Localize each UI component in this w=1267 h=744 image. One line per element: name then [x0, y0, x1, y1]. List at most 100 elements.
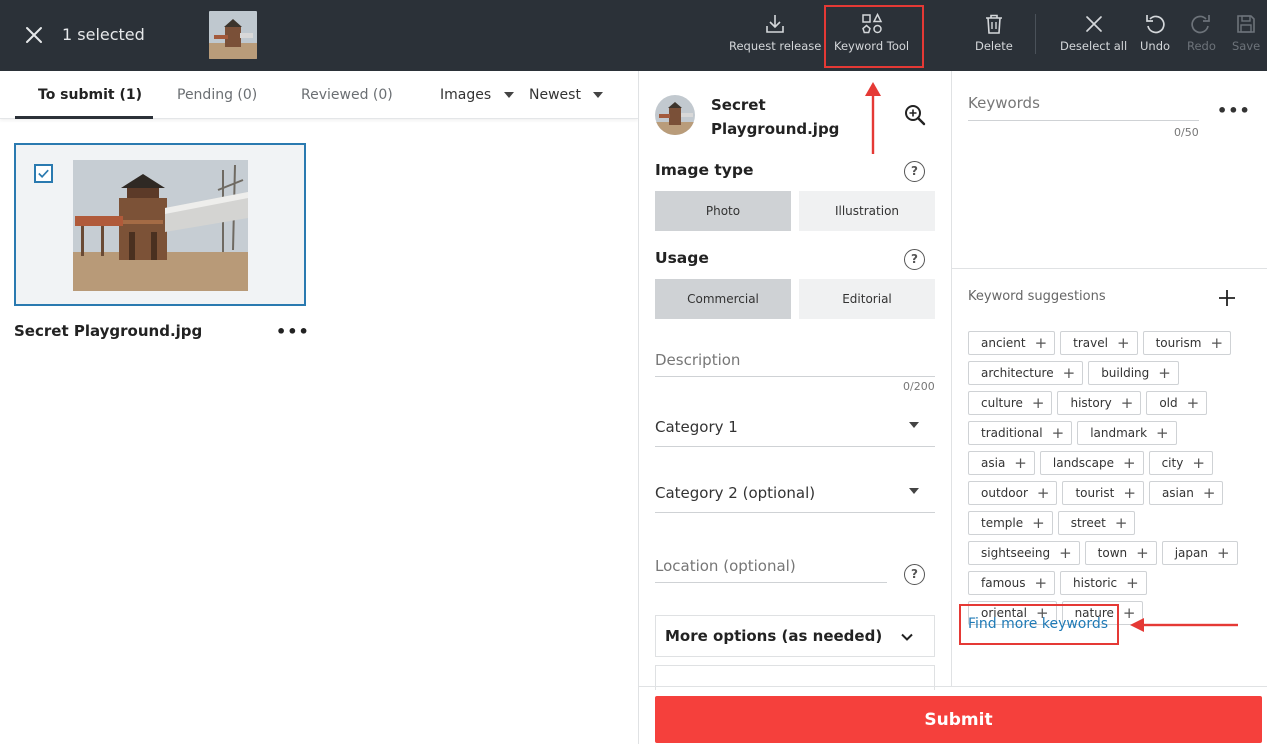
help-icon[interactable]: ? [904, 564, 925, 585]
more-options-label: More options (as needed) [665, 627, 883, 645]
more-options-icon[interactable]: ••• [276, 322, 310, 341]
selected-thumbnail [209, 11, 257, 59]
tab-reviewed[interactable]: Reviewed (0) [301, 87, 393, 103]
keyword-chip-label: tourist [1075, 486, 1115, 500]
media-type-dropdown[interactable]: Images [440, 87, 491, 103]
undo-button[interactable]: Undo [1140, 12, 1170, 62]
tab-pending[interactable]: Pending (0) [177, 87, 257, 103]
annotation-arrow-up [865, 82, 881, 154]
annotation-arrow-left [1130, 618, 1238, 632]
keyword-chip[interactable]: city + [1148, 451, 1213, 475]
keyword-chip[interactable]: famous + [968, 571, 1056, 595]
top-toolbar: 1 selected Request release Keyword Tool [0, 0, 1267, 71]
keyword-chip[interactable]: history + [1057, 391, 1142, 415]
delete-button[interactable]: Delete [975, 12, 1013, 62]
help-icon[interactable]: ? [904, 161, 925, 182]
keyword-chip[interactable]: asia + [968, 451, 1035, 475]
footer-divider [639, 686, 1267, 687]
keyword-suggestions-label: Keyword suggestions [968, 289, 1106, 304]
chevron-down-icon [593, 92, 603, 98]
keywords-more-icon[interactable]: ••• [1217, 101, 1251, 120]
keyword-chip-label: town [1097, 546, 1128, 560]
keyword-chip[interactable]: street + [1057, 511, 1136, 535]
request-release-label: Request release [729, 39, 822, 53]
keyword-chip[interactable]: tourist + [1062, 481, 1144, 505]
plus-icon: + [1116, 334, 1130, 352]
keyword-chip-label: historic [1073, 576, 1118, 590]
keyword-chip-label: temple [981, 516, 1024, 530]
zoom-in-icon[interactable] [903, 103, 927, 127]
keyword-chip-label: building [1101, 366, 1150, 380]
keyword-chip[interactable]: landmark + [1077, 421, 1177, 445]
keyword-chip-label: sightseeing [981, 546, 1051, 560]
category1-select[interactable]: Category 1 [655, 413, 935, 447]
redo-label: Redo [1187, 39, 1216, 53]
keywords-input[interactable]: Keywords [968, 90, 1199, 121]
plus-icon: + [1031, 394, 1045, 412]
keyword-chip-label: asian [1161, 486, 1194, 500]
request-release-button[interactable]: Request release [729, 12, 821, 62]
keyword-tool-button[interactable]: Keyword Tool [834, 12, 909, 62]
category2-placeholder: Category 2 (optional) [655, 484, 816, 502]
keyword-chip[interactable]: asian + [1148, 481, 1224, 505]
keyword-chip-label: city [1161, 456, 1184, 470]
plus-icon: + [1034, 334, 1048, 352]
tab-to-submit[interactable]: To submit (1) [38, 87, 142, 103]
keyword-chip[interactable]: culture + [968, 391, 1053, 415]
keyword-chip[interactable]: sightseeing + [968, 541, 1080, 565]
plus-icon: + [1126, 574, 1139, 592]
plus-icon: + [1192, 454, 1205, 472]
keyword-chip[interactable]: traditional + [968, 421, 1073, 445]
save-label: Save [1232, 39, 1261, 53]
keyword-chip[interactable]: town + [1084, 541, 1157, 565]
keyword-chip[interactable]: building + [1088, 361, 1179, 385]
keyword-chip[interactable]: tourism + [1142, 331, 1232, 355]
location-field[interactable]: Location (optional) [655, 552, 887, 583]
usage-editorial[interactable]: Editorial [799, 279, 935, 319]
plus-icon: + [1156, 424, 1169, 442]
redo-button[interactable]: Redo [1187, 12, 1216, 62]
keyword-chip[interactable]: temple + [968, 511, 1053, 535]
plus-icon: + [1202, 484, 1216, 502]
plus-icon: + [1036, 484, 1050, 502]
selection-count: 1 selected [62, 25, 145, 44]
usage-commercial[interactable]: Commercial [655, 279, 791, 319]
more-options-toggle[interactable]: More options (as needed) [655, 615, 935, 657]
image-type-photo[interactable]: Photo [655, 191, 791, 231]
keyword-chip[interactable]: ancient + [968, 331, 1056, 355]
download-icon [766, 15, 784, 33]
find-more-keywords-link[interactable]: Find more keywords [968, 616, 1108, 632]
plus-icon: + [1136, 544, 1149, 562]
keyword-chip-label: history [1070, 396, 1112, 410]
keyword-chip[interactable]: old + [1146, 391, 1208, 415]
keyword-chip[interactable]: outdoor + [968, 481, 1058, 505]
image-type-label: Image type [655, 161, 754, 179]
deselect-all-label: Deselect all [1060, 39, 1128, 53]
save-button[interactable]: Save [1232, 12, 1260, 62]
keyword-chip-label: traditional [981, 426, 1043, 440]
image-card[interactable] [14, 143, 306, 306]
keyword-chip[interactable]: travel + [1060, 331, 1138, 355]
category1-placeholder: Category 1 [655, 418, 738, 436]
deselect-all-button[interactable]: Deselect all [1060, 12, 1127, 62]
image-thumbnail [73, 160, 248, 291]
shapes-icon [861, 12, 882, 34]
submit-button[interactable]: Submit [655, 696, 1262, 743]
close-icon[interactable] [22, 23, 46, 47]
keyword-chip[interactable]: landscape + [1039, 451, 1144, 475]
select-checkbox[interactable] [34, 164, 53, 183]
keyword-chip[interactable]: historic + [1060, 571, 1147, 595]
delete-label: Delete [975, 39, 1013, 53]
redo-icon [1191, 15, 1211, 34]
chevron-down-icon [504, 92, 514, 98]
description-field[interactable]: Description [655, 346, 935, 377]
image-type-illustration[interactable]: Illustration [799, 191, 935, 231]
keyword-chip[interactable]: japan + [1161, 541, 1238, 565]
keywords-counter: 0/50 [1174, 126, 1199, 139]
add-all-suggestions-icon[interactable] [1217, 288, 1237, 308]
help-icon[interactable]: ? [904, 249, 925, 270]
description-placeholder: Description [655, 351, 741, 369]
sort-dropdown[interactable]: Newest [529, 87, 581, 103]
category2-select[interactable]: Category 2 (optional) [655, 479, 935, 513]
keyword-chip[interactable]: architecture + [968, 361, 1084, 385]
